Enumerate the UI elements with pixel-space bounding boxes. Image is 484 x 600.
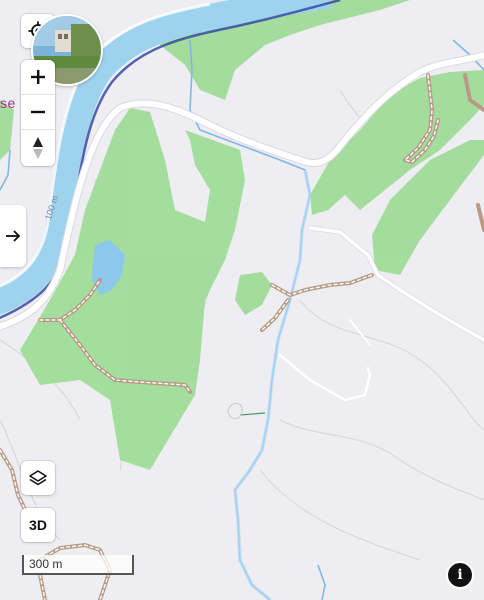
- scale-bar: 300 m: [22, 555, 134, 575]
- place-label: se: [0, 95, 16, 111]
- zoom-controls: [21, 60, 55, 166]
- small-building-outline: [227, 403, 243, 419]
- compass-button[interactable]: [21, 130, 55, 165]
- forest-clearing-patch: [235, 272, 272, 315]
- map-canvas[interactable]: [0, 0, 484, 600]
- zoom-out-button[interactable]: [21, 95, 55, 130]
- 3d-toggle-button[interactable]: 3D: [21, 508, 55, 542]
- stream-highlight: [233, 169, 312, 600]
- layers-button[interactable]: [21, 461, 55, 495]
- minus-icon: [31, 110, 45, 114]
- arrow-right-icon: [6, 230, 21, 242]
- zoom-in-button[interactable]: [21, 60, 55, 95]
- plus-icon: [31, 70, 45, 84]
- compass-icon: [33, 136, 43, 159]
- layers-icon: [29, 470, 47, 486]
- side-panel-toggle[interactable]: [0, 205, 26, 267]
- info-button[interactable]: i: [448, 563, 472, 587]
- small-feature: [239, 412, 266, 416]
